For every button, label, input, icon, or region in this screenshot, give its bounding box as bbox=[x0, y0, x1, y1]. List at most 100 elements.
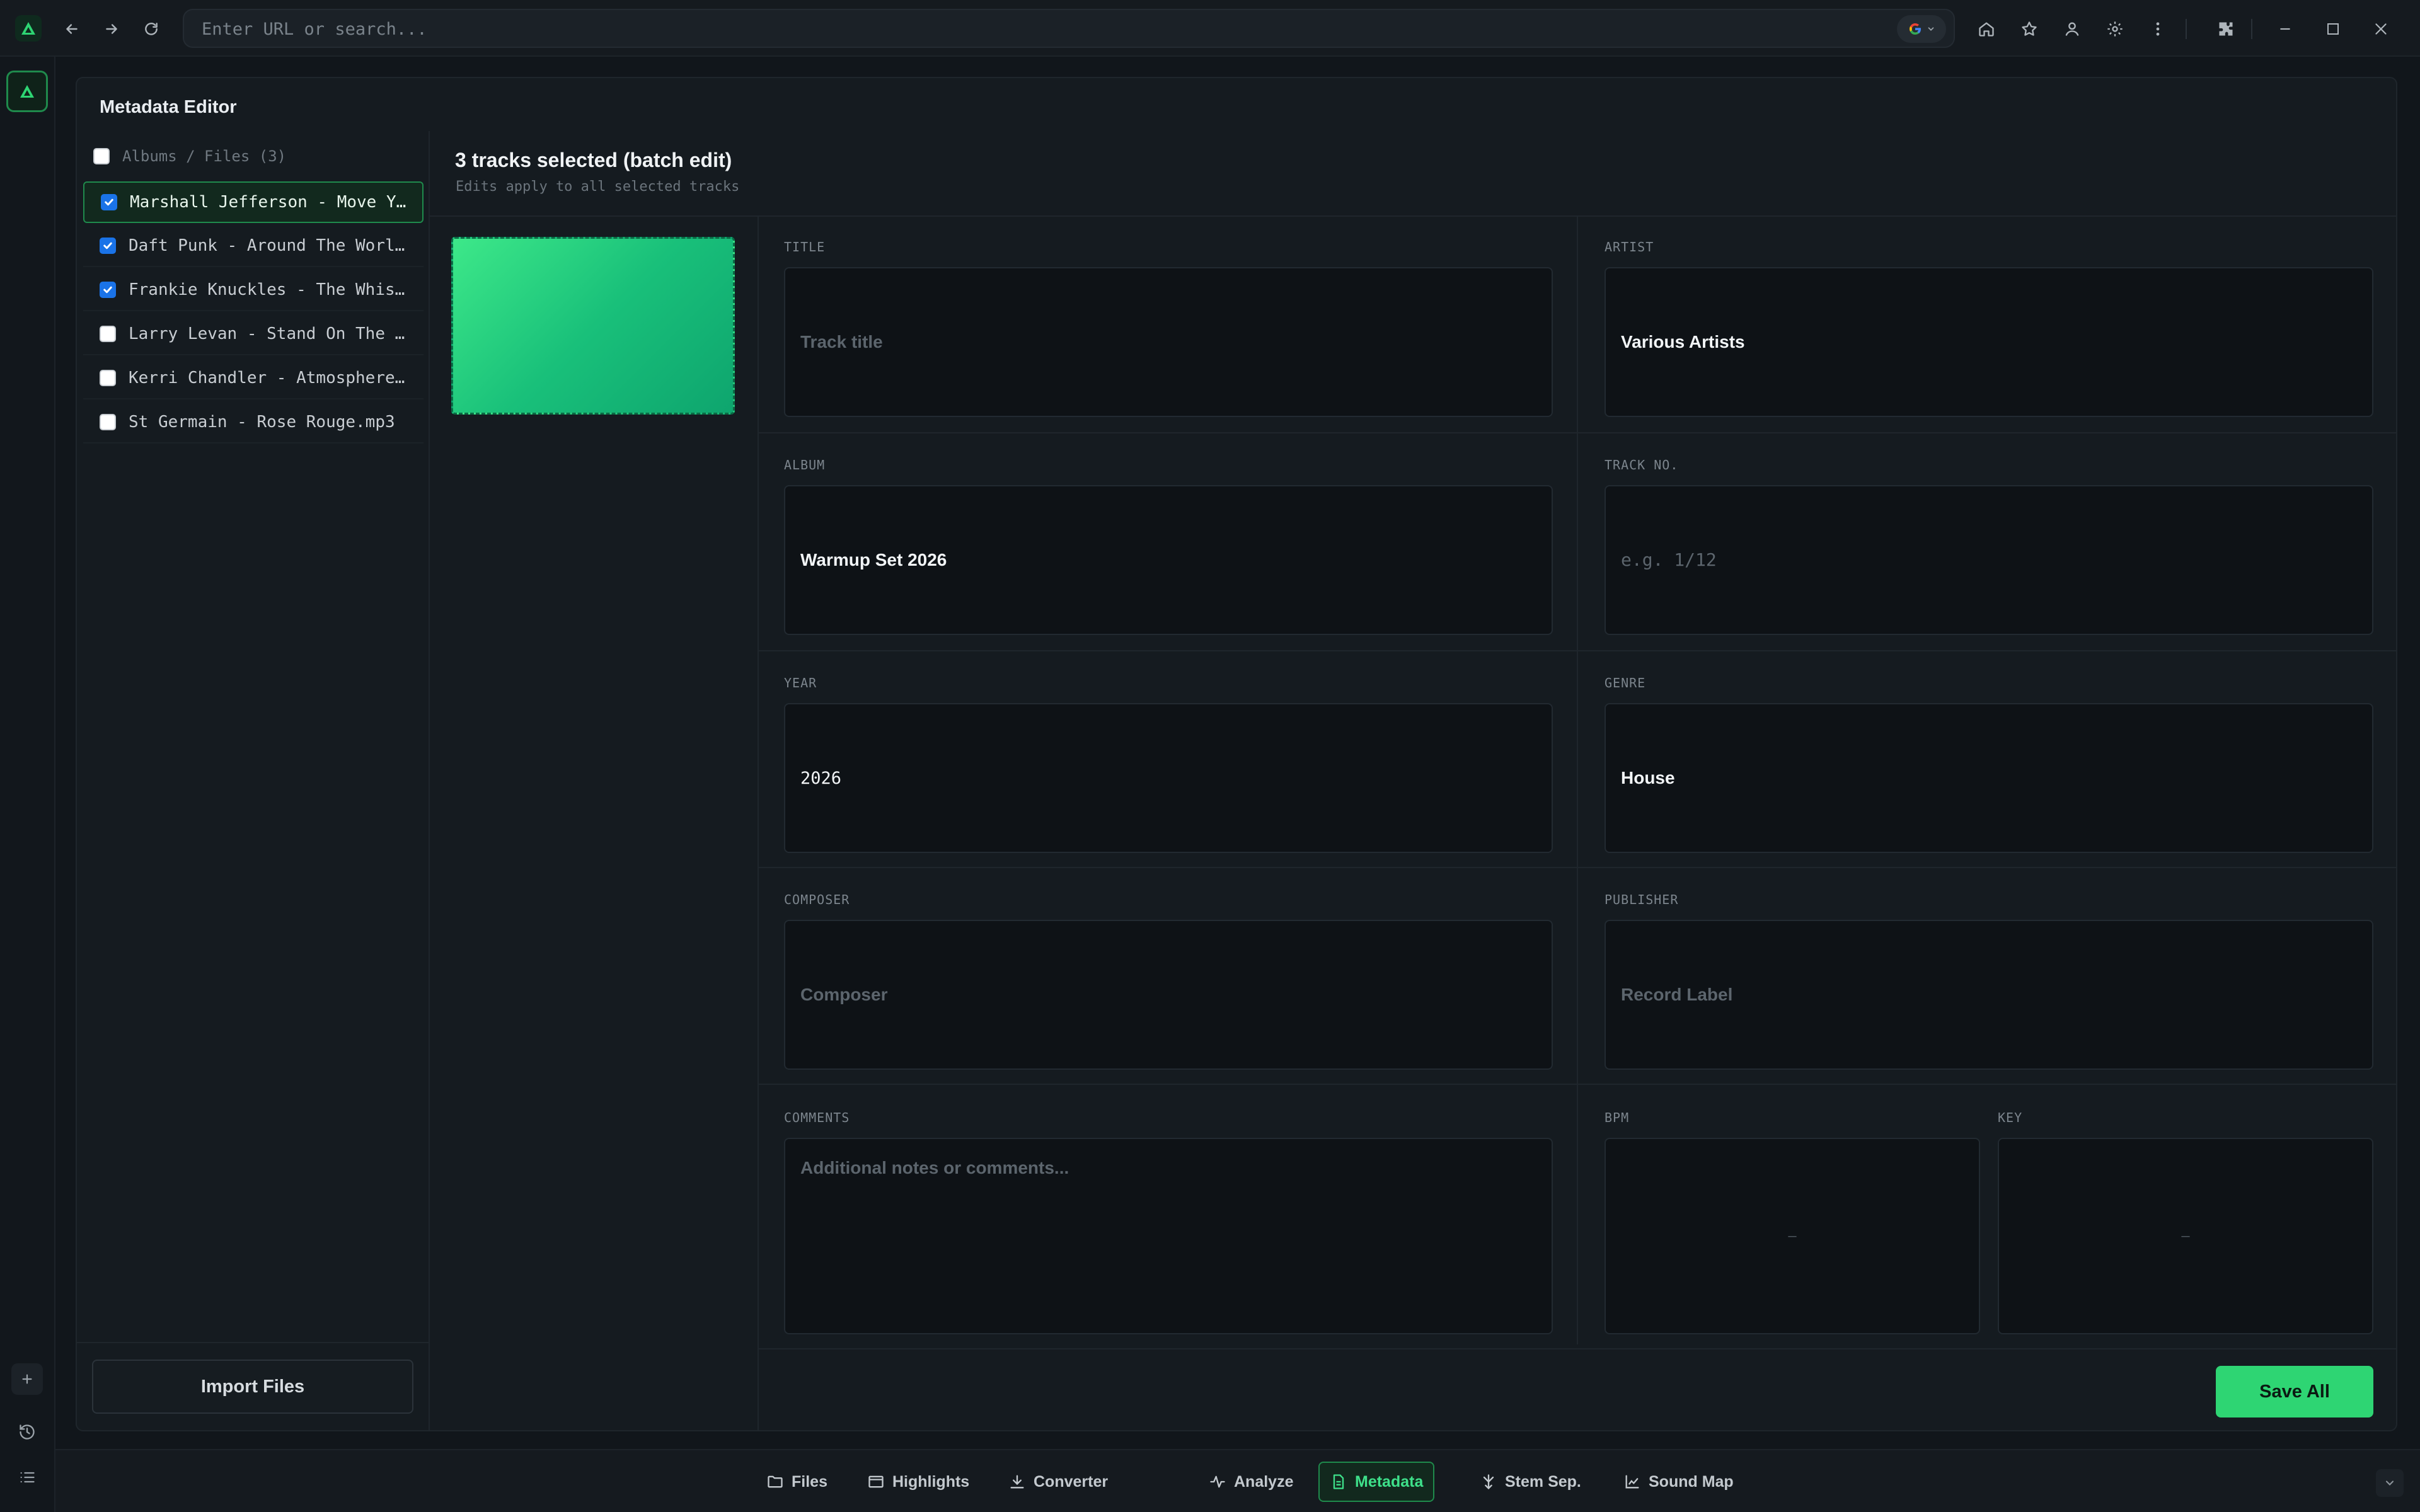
file-item[interactable]: Larry Levan - Stand On The ... bbox=[83, 314, 424, 355]
comments-textarea[interactable] bbox=[784, 1138, 1553, 1334]
tab-label: Files bbox=[792, 1472, 827, 1491]
file-name: St Germain - Rose Rouge.mp3 bbox=[129, 413, 395, 432]
file-item[interactable]: St Germain - Rose Rouge.mp3 bbox=[83, 402, 424, 444]
file-item[interactable]: Frankie Knuckles - The Whis... bbox=[83, 270, 424, 311]
publisher-input[interactable] bbox=[1605, 920, 2373, 1070]
chart-icon bbox=[1623, 1473, 1641, 1491]
field-column-divider bbox=[1577, 217, 1578, 1344]
file-name: Kerri Chandler - Atmosphere... bbox=[129, 369, 412, 387]
toolbar-divider bbox=[2251, 19, 2252, 39]
forward-button[interactable] bbox=[99, 16, 124, 42]
bpm-field[interactable]: — bbox=[1605, 1138, 1980, 1334]
star-icon[interactable] bbox=[2017, 16, 2042, 42]
list-icon[interactable] bbox=[11, 1462, 43, 1493]
publisher-label: PUBLISHER bbox=[1605, 892, 1679, 907]
history-icon[interactable] bbox=[11, 1416, 43, 1448]
bottom-tab-bar: Files Highlights Converter Analyze Metad… bbox=[55, 1449, 2420, 1512]
file-list-column: Albums / Files (3) Marshall Jefferson - … bbox=[77, 131, 430, 1431]
bpm-label: BPM bbox=[1605, 1110, 1630, 1125]
file-checkbox[interactable] bbox=[100, 370, 116, 386]
composer-input[interactable] bbox=[784, 920, 1553, 1070]
file-item[interactable]: Marshall Jefferson - Move Y... bbox=[83, 181, 424, 223]
address-bar[interactable] bbox=[183, 9, 1955, 48]
home-icon[interactable] bbox=[1974, 16, 1999, 42]
title-input[interactable] bbox=[784, 267, 1553, 417]
extensions-icon[interactable] bbox=[2213, 16, 2238, 42]
tab-analyze[interactable]: Analyze bbox=[1199, 1462, 1303, 1502]
activity-icon bbox=[1209, 1473, 1226, 1491]
gear-icon[interactable] bbox=[2102, 16, 2128, 42]
tab-converter[interactable]: Converter bbox=[998, 1462, 1118, 1502]
back-button[interactable] bbox=[59, 16, 84, 42]
composer-label: COMPOSER bbox=[784, 892, 850, 907]
url-input[interactable] bbox=[202, 16, 1840, 42]
app-window: Metadata Editor Albums / Files (3) Marsh… bbox=[0, 0, 2420, 1512]
tab-label: Stem Sep. bbox=[1505, 1472, 1581, 1491]
metadata-editor-panel: Metadata Editor Albums / Files (3) Marsh… bbox=[76, 77, 2397, 1431]
tab-metadata[interactable]: Metadata bbox=[1318, 1462, 1435, 1502]
profile-icon[interactable] bbox=[2060, 16, 2085, 42]
artist-input[interactable] bbox=[1605, 267, 2373, 417]
file-item[interactable]: Kerri Chandler - Atmosphere... bbox=[83, 358, 424, 399]
tab-sound-map[interactable]: Sound Map bbox=[1613, 1462, 1744, 1502]
batch-subtitle: Edits apply to all selected tracks bbox=[456, 179, 740, 195]
file-checkbox[interactable] bbox=[100, 282, 116, 298]
tab-label: Metadata bbox=[1355, 1472, 1424, 1491]
minimize-icon[interactable] bbox=[2273, 16, 2298, 42]
chevron-down-icon bbox=[1927, 25, 1935, 33]
album-art-dropzone[interactable] bbox=[451, 237, 735, 415]
search-engine-selector[interactable] bbox=[1897, 15, 1946, 43]
tab-label: Analyze bbox=[1234, 1472, 1294, 1491]
tab-files[interactable]: Files bbox=[756, 1462, 838, 1502]
tab-label: Sound Map bbox=[1649, 1472, 1734, 1491]
album-input[interactable] bbox=[784, 485, 1553, 635]
key-label: KEY bbox=[1998, 1110, 2023, 1125]
field-row-divider bbox=[759, 1084, 2397, 1085]
save-all-button[interactable]: Save All bbox=[2216, 1366, 2373, 1418]
document-icon bbox=[1330, 1473, 1347, 1491]
reload-button[interactable] bbox=[139, 16, 164, 42]
file-checkbox[interactable] bbox=[101, 194, 117, 210]
album-label: ALBUM bbox=[784, 457, 826, 472]
file-name: Larry Levan - Stand On The ... bbox=[129, 324, 412, 343]
import-files-button[interactable]: Import Files bbox=[92, 1360, 413, 1414]
more-vertical-icon[interactable] bbox=[2145, 16, 2170, 42]
google-icon bbox=[1908, 21, 1923, 37]
key-field[interactable]: — bbox=[1998, 1138, 2373, 1334]
film-icon bbox=[867, 1473, 885, 1491]
field-row-divider bbox=[759, 650, 2397, 651]
file-name: Frankie Knuckles - The Whis... bbox=[129, 280, 412, 299]
field-row-divider bbox=[759, 432, 2397, 433]
add-icon[interactable] bbox=[11, 1363, 43, 1395]
file-name: Daft Punk - Around The Worl... bbox=[129, 236, 412, 255]
file-item[interactable]: Daft Punk - Around The Worl... bbox=[83, 226, 424, 267]
folder-icon bbox=[766, 1473, 784, 1491]
split-icon bbox=[1480, 1473, 1497, 1491]
field-row-divider bbox=[759, 867, 2397, 868]
select-all-checkbox[interactable] bbox=[93, 148, 110, 164]
title-label: TITLE bbox=[784, 239, 826, 255]
year-input[interactable] bbox=[784, 703, 1553, 853]
file-checkbox[interactable] bbox=[100, 326, 116, 342]
browser-toolbar bbox=[0, 0, 2420, 57]
comments-label: COMMENTS bbox=[784, 1110, 850, 1125]
tab-highlights[interactable]: Highlights bbox=[857, 1462, 979, 1502]
collapse-panel-button[interactable] bbox=[2376, 1469, 2404, 1497]
download-icon bbox=[1008, 1473, 1026, 1491]
track-number-input[interactable] bbox=[1605, 485, 2373, 635]
file-checkbox[interactable] bbox=[100, 414, 116, 430]
metadata-app-launcher[interactable] bbox=[6, 71, 48, 112]
close-icon[interactable] bbox=[2368, 16, 2394, 42]
tab-label: Highlights bbox=[892, 1472, 970, 1491]
app-logo[interactable] bbox=[15, 15, 42, 42]
file-checkbox[interactable] bbox=[100, 238, 116, 254]
tab-label: Converter bbox=[1034, 1472, 1109, 1491]
file-list-header: Albums / Files (3) bbox=[93, 144, 286, 169]
genre-input[interactable] bbox=[1605, 703, 2373, 853]
maximize-icon[interactable] bbox=[2320, 16, 2346, 42]
artist-label: ARTIST bbox=[1605, 239, 1654, 255]
side-rail bbox=[0, 57, 55, 1512]
toolbar-divider bbox=[2186, 19, 2187, 39]
tab-stem-separation[interactable]: Stem Sep. bbox=[1470, 1462, 1591, 1502]
year-label: YEAR bbox=[784, 675, 817, 690]
